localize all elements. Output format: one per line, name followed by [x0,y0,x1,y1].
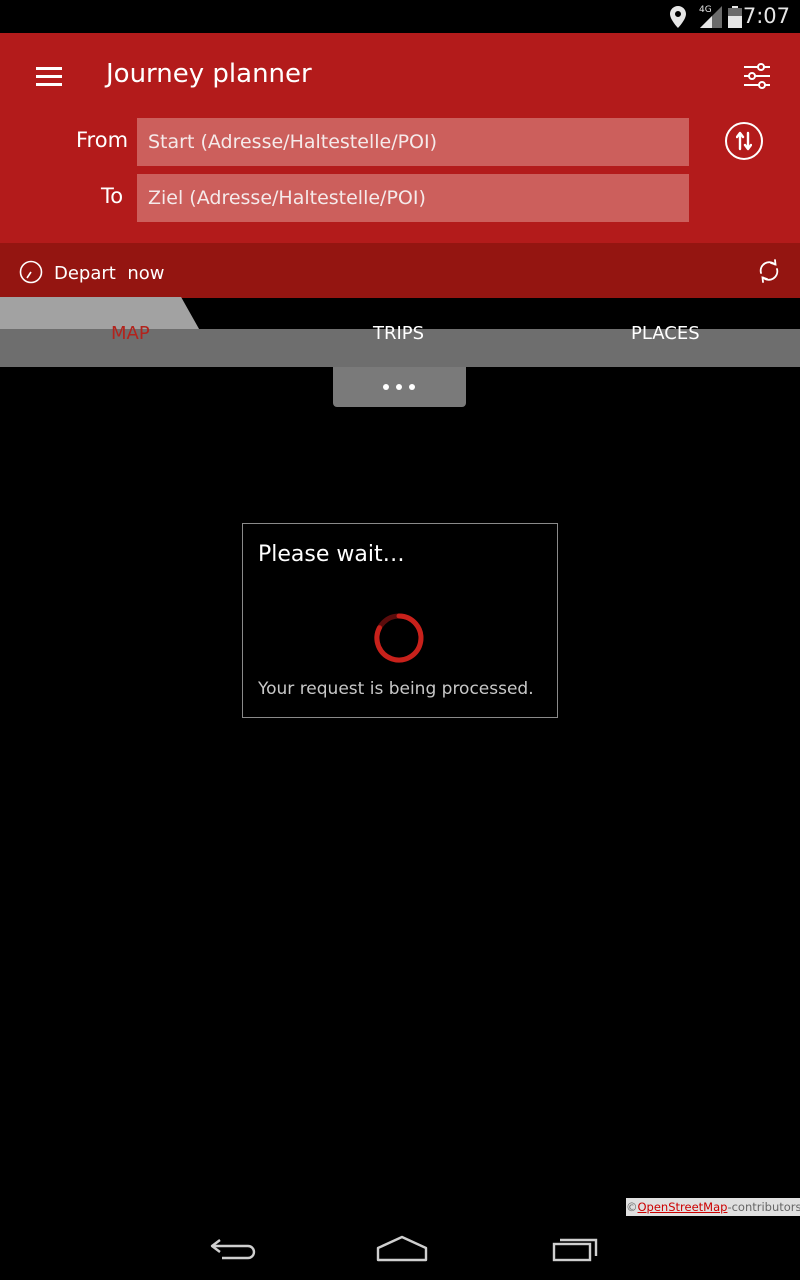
page-title: Journey planner [106,59,312,89]
tab-places-label: PLACES [631,323,700,344]
tab-map-label: MAP [111,323,150,344]
status-bar: 4G 7:07 [0,0,800,33]
battery-icon [728,6,742,28]
swap-icon [736,131,752,151]
clock-time: 7:07 [742,4,790,28]
to-label: To [101,184,124,208]
more-dot [409,384,415,390]
depart-label: Depart [54,263,116,284]
back-icon[interactable] [203,1230,263,1270]
location-icon [670,6,686,28]
more-dot [396,384,402,390]
from-input[interactable] [137,118,689,166]
tab-map[interactable]: MAP [0,297,200,367]
filter-icon[interactable] [742,61,772,91]
menu-icon[interactable] [36,67,62,87]
tab-bar: MAP TRIPS PLACES [0,297,800,367]
progress-dialog: Please wait… Your request is being proce… [242,523,558,718]
tab-trips[interactable]: TRIPS [200,297,534,367]
depart-text: Depart now [54,263,164,284]
depart-value: now [127,263,165,284]
openstreetmap-link[interactable]: OpenStreetMap [638,1200,728,1214]
recents-icon[interactable] [545,1230,605,1270]
attribution-prefix: © [626,1200,638,1214]
map-attribution: ©OpenStreetMap-contributors [626,1198,800,1216]
to-input[interactable] [137,174,689,222]
signal-icon [700,6,722,28]
more-dot [383,384,389,390]
attribution-suffix: -contributors [727,1200,800,1214]
tab-trips-label: TRIPS [373,323,425,344]
clock-icon [19,260,43,284]
app-bar: Journey planner From To [0,33,800,243]
from-label: From [76,128,129,152]
more-handle[interactable] [333,367,466,407]
dialog-message: Your request is being processed. [258,679,534,699]
home-icon[interactable] [372,1230,432,1270]
swap-button[interactable] [725,122,763,160]
loading-spinner-icon [374,613,424,663]
refresh-icon[interactable] [756,258,782,284]
tab-places[interactable]: PLACES [534,297,800,367]
dialog-title: Please wait… [258,542,405,567]
depart-time-bar[interactable]: Depart now [0,243,800,298]
